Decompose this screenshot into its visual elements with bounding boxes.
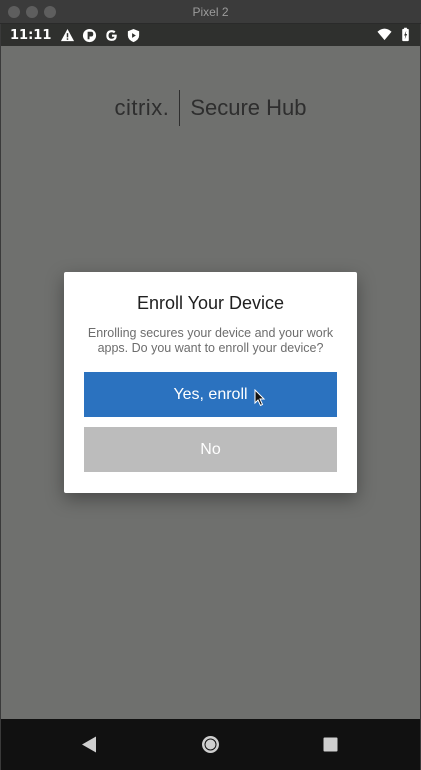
recents-icon[interactable]	[323, 737, 338, 752]
wifi-icon	[377, 28, 392, 41]
dialog-message: Enrolling secures your device and your w…	[87, 326, 334, 355]
home-icon[interactable]	[201, 735, 220, 754]
no-button[interactable]: No	[84, 427, 337, 472]
notification-icons	[60, 28, 141, 43]
app-icon	[83, 28, 97, 42]
enroll-dialog: Enroll Your Device Enrolling secures you…	[64, 272, 357, 493]
no-label: No	[200, 440, 221, 458]
battery-icon	[402, 27, 409, 42]
status-time: 11:11	[10, 27, 52, 43]
phone-screen: 11:11 citrix. Secure Hub Enroll Your Dev…	[1, 24, 420, 770]
navigation-bar	[1, 719, 420, 770]
warning-icon	[61, 28, 75, 41]
citrix-logo: citrix.	[114, 95, 170, 120]
status-bar: 11:11	[1, 24, 420, 46]
app-logo: citrix. Secure Hub	[1, 90, 420, 126]
yes-enroll-button[interactable]: Yes, enroll	[84, 372, 337, 417]
emulator-titlebar: Pixel 2	[0, 0, 421, 24]
window-title: Pixel 2	[192, 5, 229, 19]
yes-enroll-label: Yes, enroll	[173, 385, 248, 403]
back-icon[interactable]	[81, 736, 97, 753]
logo-divider	[179, 90, 181, 126]
dialog-title: Enroll Your Device	[136, 293, 285, 313]
shield-icon	[128, 28, 140, 42]
google-icon	[106, 29, 118, 41]
system-icons	[377, 27, 413, 42]
mouse-cursor-icon	[254, 389, 266, 407]
product-name: Secure Hub	[190, 95, 307, 120]
